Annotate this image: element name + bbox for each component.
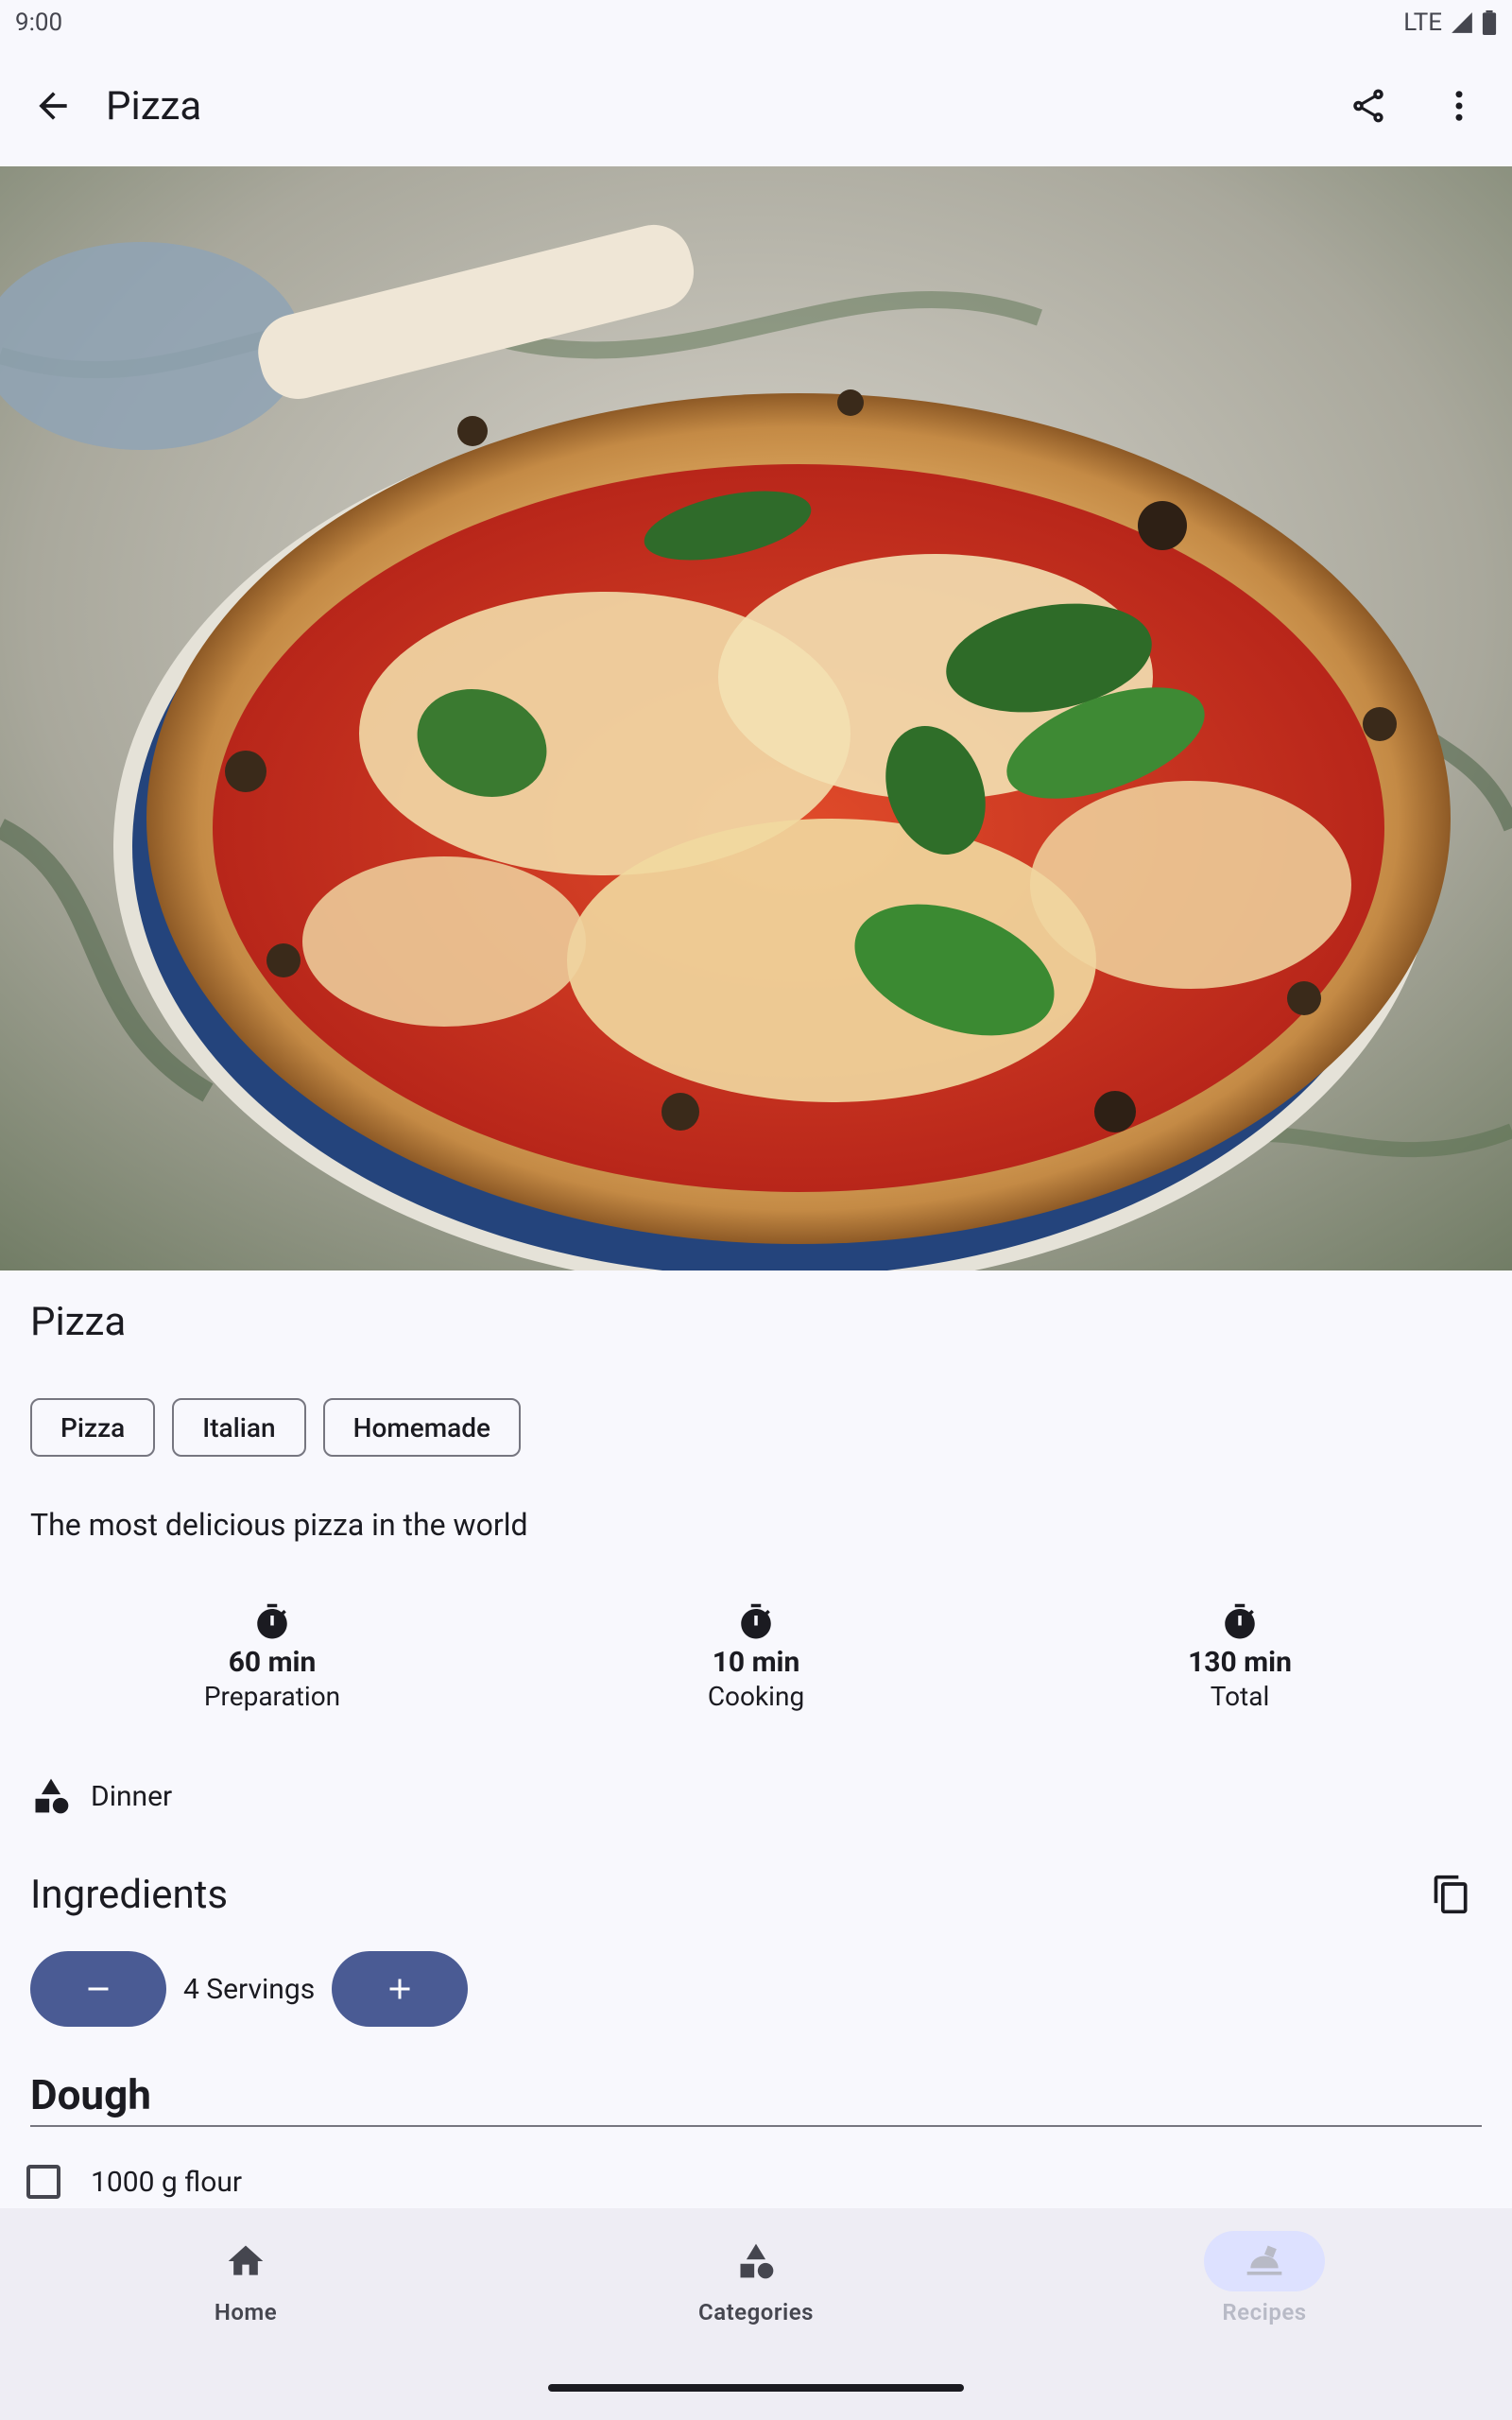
time-label: Total bbox=[1210, 1681, 1270, 1712]
plus-icon bbox=[389, 1979, 410, 1999]
nav-indicator bbox=[696, 2231, 816, 2291]
tag-chip[interactable]: Pizza bbox=[30, 1398, 156, 1457]
ingredient-section-title: Dough bbox=[30, 2070, 151, 2119]
nav-label: Home bbox=[214, 2299, 278, 2325]
top-app-bar: Pizza bbox=[0, 45, 1512, 166]
more-options-button[interactable] bbox=[1421, 68, 1497, 144]
more-vert-icon bbox=[1455, 91, 1463, 121]
recipe-title: Pizza bbox=[30, 1299, 127, 1345]
status-time: 9:00 bbox=[15, 9, 63, 37]
category-icon bbox=[740, 2243, 774, 2279]
status-bar: 9:00 LTE bbox=[0, 0, 1512, 45]
share-icon bbox=[1353, 89, 1383, 123]
recipe-category[interactable]: Dinner bbox=[30, 1775, 172, 1817]
decrease-servings-button[interactable] bbox=[30, 1951, 166, 2027]
increase-servings-button[interactable] bbox=[332, 1951, 469, 2027]
copy-ingredients-button[interactable] bbox=[1421, 1864, 1482, 1925]
network-label: LTE bbox=[1403, 9, 1442, 37]
recipe-times: 60 min Preparation 10 min Cooking 130 mi… bbox=[0, 1602, 1512, 1725]
recipes-icon bbox=[1246, 2245, 1282, 2275]
nav-label: Categories bbox=[698, 2299, 814, 2325]
time-value: 130 min bbox=[1188, 1646, 1292, 1679]
time-preparation: 60 min Preparation bbox=[130, 1602, 414, 1712]
ingredient-item[interactable]: 1000 g flour bbox=[26, 2165, 242, 2199]
signal-icon bbox=[1452, 12, 1472, 33]
back-button[interactable] bbox=[15, 68, 91, 144]
gesture-home-indicator[interactable] bbox=[548, 2384, 964, 2392]
share-button[interactable] bbox=[1331, 68, 1406, 144]
category-icon bbox=[35, 1778, 69, 1814]
nav-categories[interactable]: Categories bbox=[633, 2231, 879, 2325]
time-label: Preparation bbox=[203, 1681, 341, 1712]
servings-stepper: 4 Servings bbox=[30, 1951, 469, 2027]
status-icons: LTE bbox=[1403, 9, 1497, 37]
ingredient-text: 1000 g flour bbox=[91, 2165, 243, 2199]
recipe-description: The most delicious pizza in the world bbox=[30, 1507, 528, 1543]
servings-label: 4 Servings bbox=[183, 1972, 316, 2006]
nav-indicator bbox=[185, 2231, 306, 2291]
time-cooking: 10 min Cooking bbox=[614, 1602, 898, 1712]
app-bar-title: Pizza bbox=[106, 82, 202, 130]
nav-home[interactable]: Home bbox=[123, 2231, 369, 2325]
recipe-hero-image bbox=[0, 166, 1512, 1270]
section-divider bbox=[30, 2125, 1482, 2127]
timer-icon bbox=[741, 1603, 771, 1639]
copy-icon bbox=[1434, 1875, 1468, 1914]
tag-chip[interactable]: Italian bbox=[172, 1398, 306, 1457]
time-value: 10 min bbox=[712, 1646, 800, 1679]
minus-icon bbox=[88, 1987, 109, 1991]
tag-list: Pizza Italian Homemade bbox=[30, 1398, 521, 1457]
timer-icon bbox=[1225, 1603, 1255, 1639]
battery-icon bbox=[1482, 10, 1497, 35]
time-value: 60 min bbox=[228, 1646, 317, 1679]
timer-icon bbox=[257, 1603, 287, 1639]
ingredients-header: Ingredients bbox=[30, 1864, 1482, 1925]
nav-label: Recipes bbox=[1222, 2299, 1307, 2325]
ingredient-checkbox[interactable] bbox=[26, 2165, 60, 2199]
category-label: Dinner bbox=[91, 1779, 173, 1813]
tag-chip[interactable]: Homemade bbox=[322, 1398, 521, 1457]
time-label: Cooking bbox=[707, 1681, 805, 1712]
nav-recipes[interactable]: Recipes bbox=[1142, 2231, 1387, 2325]
home-icon bbox=[228, 2245, 264, 2275]
ingredients-title: Ingredients bbox=[30, 1871, 229, 1918]
time-total: 130 min Total bbox=[1098, 1602, 1382, 1712]
arrow-back-icon bbox=[39, 92, 67, 120]
nav-indicator bbox=[1204, 2231, 1325, 2291]
